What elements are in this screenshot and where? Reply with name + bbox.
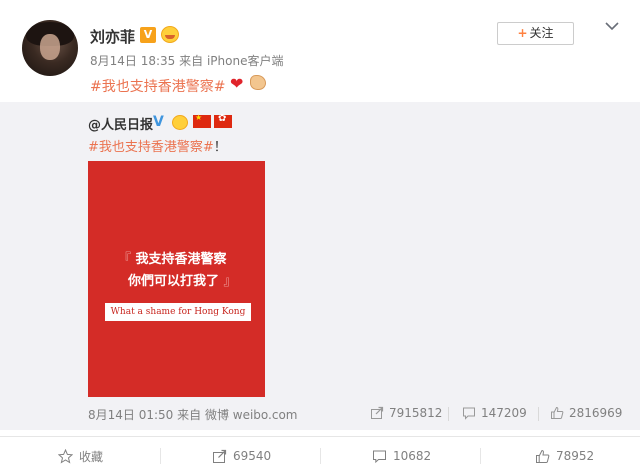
hong-kong-flag-icon xyxy=(214,113,232,128)
repost-area: @人民日报 V #我也支持香港警察#！ 『 我支持香港警察 你們可以打我了 』 … xyxy=(0,102,640,430)
china-flag-icon xyxy=(193,113,211,128)
repost-time[interactable]: 8月14日 01:50 xyxy=(88,408,173,422)
avatar-face xyxy=(40,34,60,60)
post-source: 来自 iPhone客户端 xyxy=(179,54,284,68)
muscle-icon xyxy=(250,75,266,90)
repost-comment-stat[interactable]: 147209 xyxy=(462,406,527,420)
poster-close-quote: 』 xyxy=(223,274,237,289)
stat-divider xyxy=(538,407,539,421)
author-name[interactable]: 刘亦菲 xyxy=(90,26,135,47)
poster-line1-text: 我支持香港警察 xyxy=(135,252,227,267)
repost-text: #我也支持香港警察#！ xyxy=(88,136,227,155)
repost-icon xyxy=(371,406,384,419)
repost-like-count: 2816969 xyxy=(569,406,623,420)
poster-image[interactable]: 『 我支持香港警察 你們可以打我了 』 What a shame for Hon… xyxy=(88,161,265,397)
action-divider xyxy=(320,448,321,464)
action-bar: 收藏 69540 10682 78952 xyxy=(0,436,640,474)
repost-icon xyxy=(213,449,227,463)
repost-meta: 8月14日 01:50 来自 微博 weibo.com xyxy=(88,406,298,423)
like-button[interactable]: 78952 xyxy=(535,437,594,474)
avatar[interactable] xyxy=(22,20,78,76)
repost-author[interactable]: @人民日报 xyxy=(88,114,153,133)
vip-emoji-icon xyxy=(161,26,179,43)
follow-plus: + xyxy=(517,26,528,40)
verified-badge[interactable]: V xyxy=(153,114,164,130)
emoji-badge-icon xyxy=(172,115,188,130)
repost-forward-stat[interactable]: 7915812 xyxy=(370,406,442,420)
action-divider xyxy=(160,448,161,464)
repost-comment-count: 147209 xyxy=(481,406,527,420)
weibo-card: 刘亦菲 V 8月14日 18:35 来自 iPhone客户端 #我也支持香港警察… xyxy=(0,0,640,474)
post-topic-link[interactable]: #我也支持香港警察# xyxy=(90,76,225,96)
poster-line2: 你們可以打我了 』 xyxy=(128,270,237,289)
follow-label: 关注 xyxy=(529,26,554,40)
repost-text-suffix: ！ xyxy=(213,140,227,155)
post-meta: 8月14日 18:35 来自 iPhone客户端 xyxy=(90,52,283,69)
follow-button[interactable]: + 关注 xyxy=(497,22,574,45)
repost-source: 来自 微博 weibo.com xyxy=(177,408,298,422)
favorite-button[interactable]: 收藏 xyxy=(58,437,103,474)
star-icon xyxy=(58,448,73,464)
post-time[interactable]: 8月14日 18:35 xyxy=(90,54,175,68)
action-divider xyxy=(480,448,481,464)
comment-icon xyxy=(463,407,475,420)
like-count: 78952 xyxy=(556,449,595,463)
repost-count: 69540 xyxy=(233,449,272,463)
comment-count: 10682 xyxy=(393,449,432,463)
poster-banner: What a shame for Hong Kong xyxy=(105,303,251,321)
poster-line1: 『 我支持香港警察 xyxy=(118,248,227,267)
comment-icon xyxy=(373,450,386,463)
comment-button[interactable]: 10682 xyxy=(372,437,431,474)
repost-topic-link[interactable]: #我也支持香港警察# xyxy=(88,140,214,155)
repost-forward-count: 7915812 xyxy=(389,406,443,420)
like-icon xyxy=(536,449,550,463)
favorite-label: 收藏 xyxy=(79,449,104,464)
heart-icon: ❤ xyxy=(230,74,244,93)
poster-line2-text: 你們可以打我了 xyxy=(128,274,220,289)
poster-open-quote: 『 xyxy=(118,252,132,267)
vip-badge[interactable]: V xyxy=(140,27,156,43)
repost-like-stat[interactable]: 2816969 xyxy=(550,406,622,420)
repost-button[interactable]: 69540 xyxy=(212,437,271,474)
stat-divider xyxy=(448,407,449,421)
chevron-down-icon[interactable] xyxy=(604,18,620,34)
like-icon xyxy=(551,406,564,419)
